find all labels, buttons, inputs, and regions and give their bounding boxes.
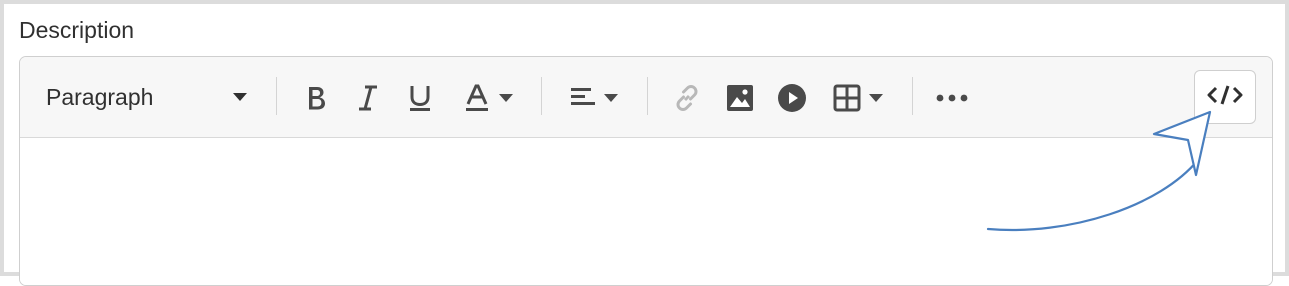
underline-button[interactable] — [404, 81, 436, 115]
image-button[interactable] — [723, 81, 757, 115]
link-button[interactable] — [670, 81, 704, 115]
toolbar-divider — [541, 77, 542, 115]
toolbar-divider — [912, 77, 913, 115]
image-icon — [726, 84, 754, 112]
rich-text-editor: Paragraph — [19, 56, 1273, 286]
text-color-icon — [463, 84, 491, 112]
chevron-down-icon — [869, 93, 883, 103]
toolbar-divider — [647, 77, 648, 115]
align-button[interactable] — [563, 81, 625, 115]
play-icon — [777, 83, 807, 113]
description-field: Description Paragraph — [0, 0, 1289, 286]
italic-button[interactable] — [352, 81, 384, 115]
chevron-down-icon — [604, 93, 618, 103]
editor-content-area[interactable] — [20, 138, 1272, 285]
text-color-button[interactable] — [457, 81, 519, 115]
format-select[interactable]: Paragraph — [34, 77, 256, 117]
underline-icon — [408, 84, 432, 112]
video-button[interactable] — [775, 81, 809, 115]
field-label: Description — [19, 17, 135, 43]
format-select-value: Paragraph — [46, 83, 154, 110]
align-left-icon — [570, 86, 596, 110]
table-button[interactable] — [827, 81, 889, 115]
bold-icon — [305, 84, 327, 112]
bold-button[interactable] — [300, 81, 332, 115]
chevron-down-icon — [499, 93, 513, 103]
more-button[interactable] — [933, 81, 971, 115]
link-icon — [673, 84, 701, 112]
table-icon — [833, 84, 861, 112]
chevron-down-icon — [232, 92, 248, 102]
toolbar-divider — [276, 77, 277, 115]
code-icon — [1207, 84, 1243, 111]
more-icon — [936, 94, 968, 102]
italic-icon — [357, 84, 379, 112]
html-source-button[interactable] — [1194, 70, 1256, 124]
editor-toolbar: Paragraph — [20, 57, 1272, 138]
